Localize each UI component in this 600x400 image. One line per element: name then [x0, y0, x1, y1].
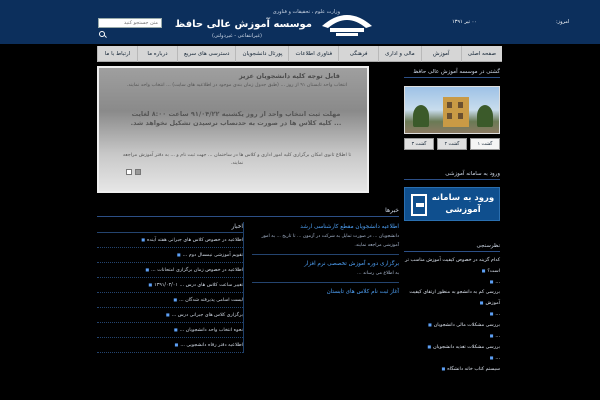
nav-item-finance[interactable]: مالی و اداری [378, 46, 421, 62]
search-input[interactable] [98, 18, 162, 28]
nav-item-about[interactable]: درباره ما [137, 46, 177, 62]
ministry-line: وزارت علوم ، تحقیقات و فناوری [272, 9, 340, 15]
site-header: وزارت علوم ، تحقیقات و فناوری موسسه آموز… [0, 0, 600, 44]
news-title[interactable]: برگزاری دوره آموزش تخصصی نرم افزار [252, 259, 399, 269]
login-icon [411, 194, 427, 216]
slide-notice: مهلت ثبت انتخاب واحد از روز یکشنبه ۹۱/۰۴… [130, 110, 342, 127]
news-title[interactable]: آغاز ثبت نام کلاس های تابستان [252, 287, 399, 297]
campus-tab[interactable]: گشت ۳ [404, 138, 434, 150]
slide-title: قابل توجه کلیه دانشجویان عزیز [239, 72, 340, 80]
edu-login-button[interactable]: ورود به سامانه آموزشی [404, 187, 500, 221]
poll-item[interactable]: ... [404, 353, 500, 364]
nav-item-education[interactable]: آموزش [420, 46, 461, 62]
news-link[interactable]: اطلاعیه در خصوص زمان برگزاری امتحانات ..… [97, 263, 243, 278]
slide-paragraph: تا اطلاع ثانوی امکان برگزاری کلیه امور ا… [122, 153, 352, 166]
news-link[interactable]: اطلاعیه در خصوص کلاس های جبرانی هفته آین… [97, 233, 243, 248]
poll-item[interactable]: بررسی کم به دانشجو به منظور ارتقای کیفیت… [404, 288, 500, 309]
poll-item[interactable]: سیستم کتاب خانه دانشگاه [404, 364, 500, 375]
news-link[interactable]: تقویم آموزشی نیمسال دوم ... [97, 248, 243, 263]
poll-item[interactable]: کدام گزینه در خصوص کیفیت آموزش مناسب تر … [404, 256, 500, 277]
date-label: امروز: [556, 19, 570, 25]
site-subtitle: (غیرانتفاعی - غیردولتی) [212, 33, 262, 39]
tree-image [477, 105, 493, 127]
nav-item-it[interactable]: فناوری اطلاعات [288, 46, 338, 62]
poll-item[interactable]: ... [404, 331, 500, 342]
slide-paragraph: انتخاب واحد تابستان ۹۱ از روز ... (طبق ج… [126, 83, 348, 88]
search-icon[interactable] [99, 31, 105, 37]
edu-system-heading: ورود به سامانه آموزشی [404, 168, 500, 180]
campus-photo [404, 86, 500, 134]
news-list: اخبار اطلاعیه در خصوص کلاس های جبرانی هف… [97, 222, 244, 353]
nav-item-culture[interactable]: فرهنگی [338, 46, 378, 62]
divider [252, 254, 399, 255]
campus-tab[interactable]: گشت ۲ [437, 138, 467, 150]
news-link[interactable]: تغییر ساعت کلاس های درس ... ۱۳۹۱/۰۴/۰۱ [97, 278, 243, 293]
nav-item-contact[interactable]: ارتباط با ما [96, 46, 137, 62]
building-image [443, 97, 469, 127]
announcement-slider[interactable]: قابل توجه کلیه دانشجویان عزیز انتخاب واح… [97, 66, 369, 193]
login-label: ورود به سامانه آموزشی [431, 193, 495, 215]
campus-tour-heading: گشتی در موسسه آموزش عالی حافظ [404, 66, 500, 78]
date-value: ۰۰ تیر ۱۳۹۱ [452, 19, 477, 25]
nav-item-home[interactable]: صفحه اصلی [460, 46, 502, 62]
poll-item[interactable]: بررسی مشکلات تغذیه دانشجویان [404, 342, 500, 353]
campus-tabs: گشت ۱ گشت ۲ گشت ۳ [404, 138, 500, 150]
news-link[interactable]: لیست اسامی پذیرفته شدگان ... [97, 293, 243, 308]
main-nav: صفحه اصلی آموزش مالی و اداری فرهنگی فناو… [96, 46, 502, 62]
slider-dot-2[interactable] [126, 169, 132, 175]
featured-news: اطلاعیه دانشجویان مقطع کارشناسی ارشد دان… [252, 222, 399, 297]
slider-dot-1[interactable] [135, 169, 141, 175]
campus-tab[interactable]: گشت ۱ [470, 138, 500, 150]
nav-item-student-portal[interactable]: پورتال دانشجویان [235, 46, 288, 62]
news-list-heading: اخبار [97, 222, 243, 233]
poll-item[interactable]: بررسی مشکلات مالی دانشجویان [404, 320, 500, 331]
site-title: موسسه آموزش عالی حافظ [174, 19, 312, 30]
poll-list: کدام گزینه در خصوص کیفیت آموزش مناسب تر … [404, 256, 500, 375]
divider [252, 282, 399, 283]
news-link[interactable]: برگزاری کلاس های جبرانی درس ... [97, 308, 243, 323]
poll-item[interactable]: ... [404, 309, 500, 320]
news-body: به اطلاع می رساند ... [357, 271, 399, 276]
poll-item[interactable]: ... [404, 277, 500, 288]
news-body: دانشجویان ... در صورت تمایل به شرکت در آ… [261, 234, 399, 248]
news-title[interactable]: اطلاعیه دانشجویان مقطع کارشناسی ارشد [252, 222, 399, 232]
news-section-heading: خبرها [97, 204, 399, 217]
nav-item-quick-access[interactable]: دسترسی های سریع [177, 46, 235, 62]
tree-image [413, 105, 429, 127]
news-link[interactable]: اطلاعیه دفتر رفاه دانشجویی ... [97, 338, 243, 353]
poll-heading: نظرسنجی [404, 240, 500, 252]
news-link[interactable]: نحوه انتخاب واحد دانشجویان ... [97, 323, 243, 338]
